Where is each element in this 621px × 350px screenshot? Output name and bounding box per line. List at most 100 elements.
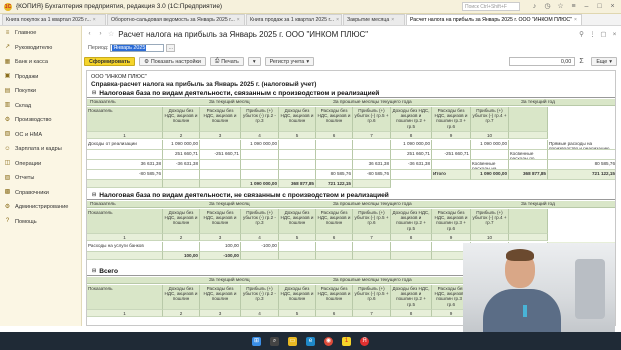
cell-value: [279, 242, 316, 252]
column-number: 6: [316, 310, 353, 317]
close-tab-icon[interactable]: ×: [93, 17, 96, 23]
total-value: 721 122,15: [316, 180, 353, 189]
bell-icon[interactable]: ♪: [530, 2, 539, 11]
collapse-icon[interactable]: ⊟: [92, 192, 96, 198]
sidebar-item-purchases[interactable]: ▤ Покупки: [0, 84, 81, 99]
cell-value: [163, 170, 200, 180]
sidebar-item-admin[interactable]: ⚙ Администрирование: [0, 200, 81, 215]
register-button[interactable]: Регистр учета ▾: [264, 57, 315, 66]
sidebar-item-manager[interactable]: ↗ Руководителю: [0, 41, 81, 56]
yandex-icon[interactable]: Я: [360, 336, 369, 346]
tab-label: Книга продаж за 1 квартал 2025 г...: [250, 17, 335, 23]
sidebar-item-main[interactable]: ≡ Главное: [0, 26, 81, 41]
column-header-spacer: [509, 107, 548, 132]
row-label: Косвенные расходы на производство: [471, 160, 509, 170]
tab-turnover-sheet[interactable]: Оборотно-сальдовая ведомость за Январь 2…: [107, 14, 245, 25]
sidebar-item-reports[interactable]: ▨ Отчеты: [0, 171, 81, 186]
column-header: Расходы без НДС, акцизов и пошлин: [200, 285, 241, 310]
close-tab-icon[interactable]: ×: [391, 17, 394, 23]
collapse-icon[interactable]: ⊟: [92, 268, 96, 274]
background-door: [575, 259, 605, 319]
star-icon[interactable]: ☆: [556, 2, 565, 11]
column-number: 3: [200, 234, 241, 241]
history-icon[interactable]: ◷: [543, 2, 552, 11]
menu-icon[interactable]: ≡: [569, 2, 578, 11]
cell-value: -36 631,38: [163, 160, 200, 170]
section-production-title[interactable]: ⊟ Налоговая база по видам деятельности, с…: [87, 89, 615, 98]
maximize-icon[interactable]: □: [595, 2, 604, 11]
section-nonproduction-title[interactable]: ⊟ Налоговая база по видам деятельности, н…: [87, 191, 615, 200]
settings-label: Показать настройки: [150, 58, 201, 65]
sidebar-item-salary[interactable]: ☺ Зарплата и кадры: [0, 142, 81, 157]
global-search-input[interactable]: Поиск Ctrl+Shift+F: [462, 2, 520, 11]
close-document-icon[interactable]: ×: [611, 31, 618, 38]
cell-value: 36 631,38: [353, 160, 391, 170]
browser-icon[interactable]: e: [306, 336, 315, 346]
favorite-star-icon[interactable]: ☆: [108, 30, 114, 38]
save-icon-button[interactable]: ▾: [247, 57, 261, 66]
column-header: Доходы без НДС, акцизов и пошлин гр.2 + …: [391, 107, 432, 132]
collapse-icon[interactable]: ⊟: [92, 90, 96, 96]
period-select-button[interactable]: …: [166, 43, 176, 52]
print-label: Печать: [221, 58, 239, 65]
column-number: 7: [353, 310, 391, 317]
column-header: Расходы без НДС, акцизов и пошлин: [316, 209, 353, 234]
factory-icon: ⚙: [4, 116, 11, 123]
column-header: Прибыль (+) убыток (-) гр.4 + гр.7: [471, 209, 509, 234]
column-number: 9: [432, 132, 471, 139]
close-tab-icon[interactable]: ×: [237, 17, 240, 23]
expand-icon[interactable]: ▢: [600, 30, 607, 38]
tab-sales-book[interactable]: Книга продаж за 1 квартал 2025 г... ×: [246, 14, 342, 25]
forward-icon[interactable]: ›: [97, 30, 104, 38]
cell-spacer: [471, 150, 509, 160]
search-icon[interactable]: ⌕: [270, 336, 279, 346]
tab-profit-tax[interactable]: Расчет налога на прибыль за Январь 2025 …: [406, 14, 582, 25]
cell-value: [163, 242, 200, 252]
tab-label: Расчет налога на прибыль за Январь 2025 …: [410, 17, 572, 23]
more-vertical-icon[interactable]: ⋮: [589, 30, 596, 38]
sidebar-item-warehouse[interactable]: ▥ Склад: [0, 99, 81, 114]
tab-label: Книга покупок за 1 квартал 2025 г...: [6, 17, 91, 23]
more-button[interactable]: Еще ▾: [591, 57, 617, 66]
bank-icon: ▦: [4, 58, 11, 65]
sidebar-item-bank[interactable]: ▦ Банк и касса: [0, 55, 81, 70]
sidebar-item-label: Зарплата и кадры: [15, 146, 62, 153]
sidebar-item-help[interactable]: ? Помощь: [0, 215, 81, 230]
print-button[interactable]: ⎙ Печать: [209, 57, 244, 66]
chevron-down-icon: ▾: [609, 58, 612, 65]
cell-value: 80 585,76: [548, 160, 615, 170]
settings-button[interactable]: ⚙ Показать настройки: [139, 57, 206, 66]
cell-value: [432, 140, 471, 150]
column-number: 6: [316, 234, 353, 241]
explorer-icon[interactable]: ▭: [288, 336, 297, 346]
cell-value: -100,00: [241, 242, 279, 252]
column-header: Прибыль (+) убыток (-) гр.2 - гр.3: [241, 285, 279, 310]
close-icon[interactable]: ×: [608, 2, 617, 11]
sidebar-item-production[interactable]: ⚙ Производство: [0, 113, 81, 128]
column-header: Расходы без НДС, акцизов и пошлин: [200, 209, 241, 234]
generate-button[interactable]: Сформировать: [84, 57, 136, 66]
tab-purchase-book[interactable]: Книга покупок за 1 квартал 2025 г... ×: [2, 14, 106, 25]
sidebar-item-operations[interactable]: ◫ Операции: [0, 157, 81, 172]
sidebar-item-sales[interactable]: ▣ Продажи: [0, 70, 81, 85]
section1-column-headers: Показатель Доходы без НДС, акцизов и пошл…: [87, 107, 615, 132]
link-icon[interactable]: ⚲: [578, 30, 585, 38]
onec-icon[interactable]: 1: [342, 336, 351, 346]
cell-value: -251 660,71: [200, 150, 241, 160]
sum-icon[interactable]: Σ: [579, 58, 587, 65]
tab-month-closing[interactable]: Закрытие месяца ×: [343, 14, 405, 25]
chrome-icon[interactable]: ◉: [324, 336, 333, 346]
minimize-icon[interactable]: –: [582, 2, 591, 11]
windows-icon[interactable]: ⊞: [252, 336, 261, 346]
sidebar-item-assets[interactable]: ▧ ОС и НМА: [0, 128, 81, 143]
period-input[interactable]: Январь 2025: [110, 43, 165, 52]
close-tab-icon[interactable]: ×: [574, 17, 577, 23]
close-tab-icon[interactable]: ×: [336, 17, 339, 23]
back-icon[interactable]: ‹: [86, 30, 93, 38]
column-number: 8: [391, 234, 432, 241]
sidebar-item-catalogs[interactable]: ▩ Справочники: [0, 186, 81, 201]
presenter-body: [483, 289, 561, 335]
band-current-month: За текущий месяц: [209, 202, 250, 207]
sidebar-item-label: ОС и НМА: [15, 131, 43, 138]
document-header: ‹ › ☆ Расчет налога на прибыль за Январь…: [82, 26, 621, 42]
